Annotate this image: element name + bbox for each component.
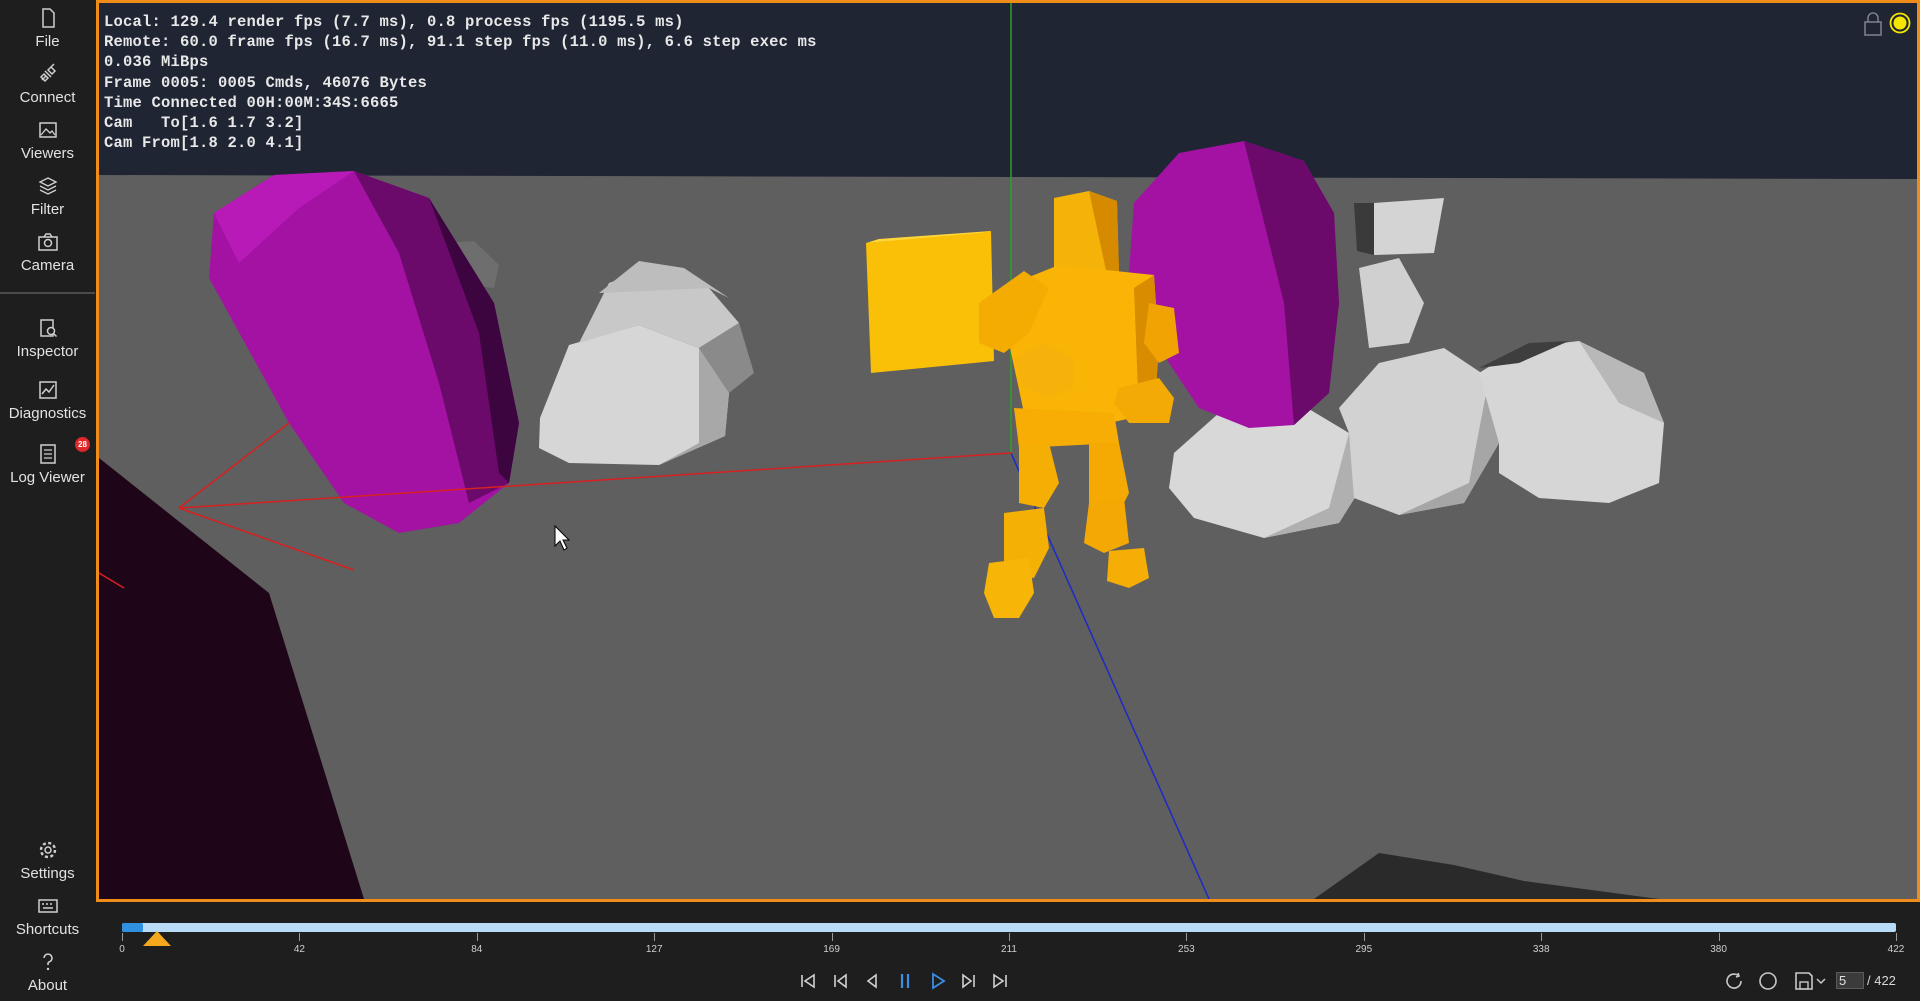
sidebar-item-settings[interactable]: Settings — [0, 838, 95, 882]
log-count-badge: 28 — [75, 437, 90, 452]
record-icon[interactable] — [1756, 970, 1780, 992]
sidebar-item-camera[interactable]: Camera — [0, 230, 95, 274]
stats-line-frame: Frame 0005: 0005 Cmds, 46076 Bytes — [104, 73, 428, 92]
timeline-tick — [1186, 933, 1188, 941]
step-forward-button[interactable] — [955, 970, 981, 992]
pause-button[interactable] — [892, 970, 918, 992]
skip-to-end-button[interactable] — [987, 970, 1013, 992]
sidebar-item-label: Inspector — [16, 343, 79, 360]
sidebar-item-label: Settings — [20, 865, 75, 882]
timeline-track[interactable] — [122, 923, 1896, 932]
timeline-tick-label: 295 — [1355, 944, 1373, 955]
keyboard-icon — [0, 894, 95, 920]
gear-icon — [0, 838, 95, 864]
timeline-tick — [1541, 933, 1543, 941]
lock-icon[interactable] — [1862, 11, 1884, 37]
timeline-tick-label: 127 — [645, 944, 663, 955]
play-button[interactable] — [924, 970, 950, 992]
timeline-tick-label: 380 — [1710, 944, 1727, 955]
sidebar-item-connect[interactable]: Connect — [0, 62, 95, 106]
timeline-tick — [122, 933, 123, 941]
total-frames-label: / 422 — [1867, 973, 1896, 988]
timeline-tick — [1363, 933, 1365, 941]
sidebar-item-label: About — [27, 977, 68, 994]
sidebar-item-label: Connect — [19, 89, 76, 106]
timeline-progress — [122, 923, 144, 932]
timeline-tick — [299, 933, 301, 941]
timeline-tick-label: 0 — [119, 944, 125, 955]
playhead-marker[interactable] — [143, 931, 172, 946]
skip-to-start-button[interactable] — [795, 970, 821, 992]
timeline-tick — [831, 933, 833, 941]
step-back-key-icon — [834, 973, 847, 989]
sidebar-item-label: Viewers — [20, 145, 75, 162]
stats-line-cam-to: Cam To[1.6 1.7 3.2] — [104, 114, 304, 133]
timeline-tick-label: 253 — [1178, 944, 1195, 955]
step-forward-icon — [962, 973, 975, 989]
grey-cube — [1374, 198, 1444, 255]
play-icon — [932, 972, 946, 990]
3d-viewport[interactable]: Local: 129.4 render fps (7.7 ms), 0.8 pr… — [96, 0, 1920, 902]
grey-cube-shadow — [1354, 203, 1374, 255]
timeline-tick-label: 211 — [1001, 944, 1017, 955]
sidebar-divider — [0, 292, 95, 294]
sidebar-item-label: Filter — [30, 201, 65, 218]
sidebar-item-filter[interactable]: Filter — [0, 174, 95, 218]
sidebar-item-shortcuts[interactable]: Shortcuts — [0, 894, 95, 938]
sidebar-item-about[interactable]: About — [0, 950, 95, 994]
timeline-tick — [1896, 933, 1897, 941]
step-back-key-button[interactable] — [827, 970, 853, 992]
timeline-tick — [1718, 933, 1720, 941]
stats-line-remote: Remote: 60.0 frame fps (16.7 ms), 91.1 s… — [104, 33, 817, 52]
inspector-icon — [0, 316, 95, 342]
stats-line-cam-from: Cam From[1.8 2.0 4.1] — [104, 134, 304, 153]
sidebar-item-file[interactable]: File — [0, 6, 95, 50]
sidebar-item-label: Log Viewer — [10, 469, 85, 486]
timeline-panel: / 422 0 42 84 127 169 211 253 295 338 380 422 — [96, 902, 1920, 1001]
timeline-tick-label: 42 — [293, 944, 305, 955]
filter-icon — [0, 174, 95, 200]
timeline-tick-label: 84 — [471, 944, 483, 955]
file-icon — [0, 6, 95, 32]
timeline-tick-label: 422 — [1887, 944, 1905, 955]
viewers-icon — [0, 118, 95, 144]
step-back-button[interactable] — [859, 970, 885, 992]
connect-icon — [0, 62, 95, 88]
timeline-tick-label: 338 — [1532, 944, 1550, 955]
question-icon — [0, 950, 95, 976]
sidebar-item-inspector[interactable]: Inspector — [0, 316, 95, 360]
timeline-tick — [476, 933, 478, 941]
current-frame-input[interactable] — [1836, 972, 1864, 989]
save-icon[interactable] — [1793, 970, 1829, 992]
sidebar-item-label: File — [35, 33, 60, 50]
sidebar-item-viewers[interactable]: Viewers — [0, 118, 95, 162]
sidebar-item-label: Camera — [20, 257, 75, 274]
timeline-tick — [654, 933, 656, 941]
stats-line-local: Local: 129.4 render fps (7.7 ms), 0.8 pr… — [104, 13, 684, 31]
skip-to-start-icon — [801, 973, 815, 989]
stats-overlay: Local: 129.4 render fps (7.7 ms), 0.8 pr… — [104, 12, 817, 153]
skip-to-end-icon — [993, 973, 1007, 989]
sidebar-item-label: Shortcuts — [15, 921, 80, 938]
pause-icon — [900, 974, 910, 988]
step-back-icon — [866, 973, 877, 989]
yellow-box — [866, 231, 994, 373]
diagnostics-icon — [0, 378, 95, 404]
timeline-tick-label: 169 — [823, 944, 840, 955]
timeline-tick — [1009, 933, 1010, 941]
sidebar-item-label: Diagnostics — [8, 405, 87, 422]
sidebar: File Connect Viewers Filter Camera Inspe… — [0, 0, 95, 1001]
connection-status-icon — [1889, 12, 1911, 34]
stats-line-time-connected: Time Connected 00H:00M:34S:6665 — [104, 93, 399, 112]
sidebar-item-diagnostics[interactable]: Diagnostics — [0, 378, 95, 422]
camera-icon — [0, 230, 95, 256]
loop-icon[interactable] — [1723, 970, 1747, 992]
stats-line-bandwidth: 0.036 MiBps — [104, 53, 209, 72]
